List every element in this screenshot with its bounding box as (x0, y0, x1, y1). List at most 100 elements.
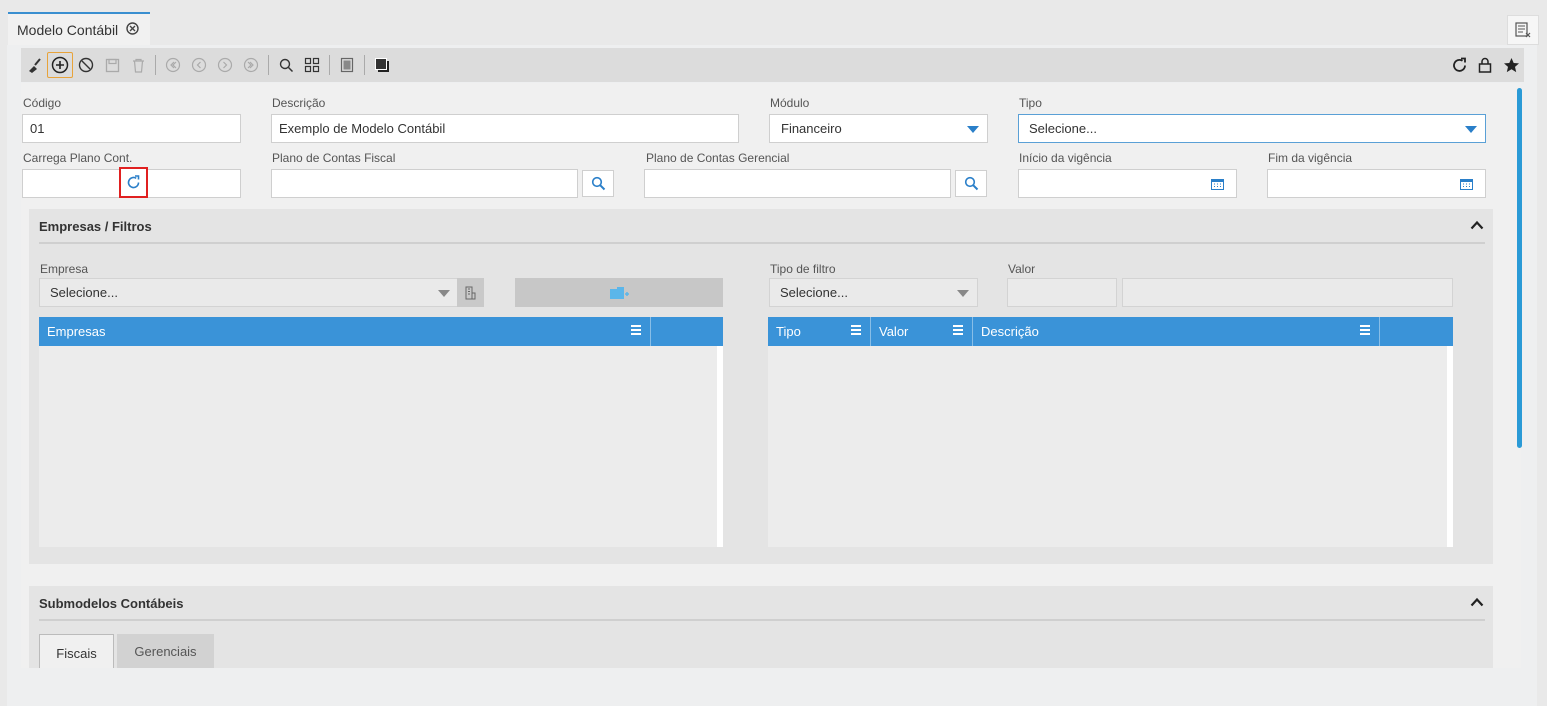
collapse-chevron-up-icon[interactable] (1470, 217, 1484, 235)
valor-label: Valor (1008, 262, 1036, 276)
close-tab-icon[interactable] (126, 21, 139, 38)
search-icon (964, 176, 978, 191)
cancel-icon[interactable] (73, 52, 99, 78)
panel-divider (39, 619, 1485, 621)
plano-gerencial-search-button[interactable] (955, 170, 987, 197)
modulo-select[interactable]: Financeiro (769, 114, 988, 143)
add-icon[interactable] (47, 52, 73, 78)
grid-column-tipo[interactable]: Tipo (768, 317, 871, 346)
grid-column-descricao[interactable]: Descrição (973, 317, 1380, 346)
tab-gerenciais[interactable]: Gerenciais (117, 634, 214, 668)
empresa-value: Selecione... (50, 285, 118, 300)
column-label: Empresas (47, 324, 106, 339)
valor-descricao-input[interactable] (1122, 278, 1453, 307)
filtros-grid-header: Tipo Valor Descrição (768, 317, 1453, 346)
tab-modelo-contabil[interactable]: Modelo Contábil (8, 12, 150, 45)
column-label: Valor (879, 324, 909, 339)
descricao-input[interactable]: Exemplo de Modelo Contábil (271, 114, 739, 143)
panel-title: Submodelos Contábeis (39, 596, 184, 611)
inicio-label: Início da vigência (1019, 151, 1112, 165)
chevron-down-icon (967, 126, 979, 133)
chevron-down-icon (957, 290, 969, 297)
plano-fiscal-label: Plano de Contas Fiscal (272, 151, 396, 165)
column-menu-icon[interactable] (1360, 325, 1370, 336)
save-icon[interactable] (99, 52, 125, 78)
empresas-filtros-panel: Empresas / Filtros Empresa Selecione... … (29, 209, 1493, 564)
fim-date-input[interactable] (1267, 169, 1486, 198)
tab-bar: Modelo Contábil (7, 3, 1539, 45)
clean-brush-icon[interactable] (21, 52, 47, 78)
reload-icon (127, 175, 140, 189)
panel-title: Empresas / Filtros (39, 219, 152, 234)
report-icon[interactable] (334, 52, 360, 78)
valor-input[interactable] (1007, 278, 1117, 307)
tipo-filtro-value: Selecione... (780, 285, 848, 300)
plano-fiscal-input[interactable] (271, 169, 578, 198)
tab-label: Modelo Contábil (17, 21, 119, 38)
empresas-grid-body (39, 346, 723, 547)
empresas-grid-header: Empresas (39, 317, 723, 346)
codigo-label: Código (23, 96, 62, 110)
panel-divider (39, 242, 1485, 244)
codigo-input[interactable]: 01 (22, 114, 241, 143)
submodelos-panel: Submodelos Contábeis Fiscais Gerenciais (29, 586, 1493, 668)
column-menu-icon[interactable] (631, 325, 641, 336)
first-record-icon[interactable] (160, 52, 186, 78)
lock-icon[interactable] (1472, 52, 1498, 78)
tipo-select[interactable]: Selecione... (1018, 114, 1486, 143)
submodelos-tabs: Fiscais Gerenciais (39, 634, 214, 668)
form-content: Código 01 Descrição Exemplo de Modelo Co… (21, 83, 1521, 668)
column-menu-icon[interactable] (953, 325, 963, 336)
clear-list-icon[interactable] (1507, 15, 1539, 45)
plano-gerencial-input[interactable] (644, 169, 951, 198)
next-record-icon[interactable] (212, 52, 238, 78)
modulo-label: Módulo (770, 96, 810, 110)
calendar-icon[interactable] (1460, 178, 1473, 190)
buildings-add-icon (610, 286, 629, 299)
copy-icon[interactable] (369, 52, 395, 78)
previous-record-icon[interactable] (186, 52, 212, 78)
column-label: Descrição (981, 324, 1039, 339)
inicio-date-input[interactable] (1018, 169, 1237, 198)
calendar-icon[interactable] (1211, 178, 1224, 190)
search-icon[interactable] (273, 52, 299, 78)
favorite-star-icon[interactable] (1498, 52, 1524, 78)
grid-view-icon[interactable] (299, 52, 325, 78)
collapse-chevron-up-icon[interactable] (1470, 594, 1484, 612)
delete-icon[interactable] (125, 52, 151, 78)
tipo-label: Tipo (1019, 96, 1042, 110)
carrega-label: Carrega Plano Cont. (23, 151, 133, 165)
tipo-filtro-label: Tipo de filtro (770, 262, 836, 276)
toolbar-separator (268, 55, 269, 75)
column-label: Tipo (776, 324, 801, 339)
column-menu-icon[interactable] (851, 325, 861, 336)
chevron-down-icon (438, 290, 450, 297)
plano-fiscal-search-button[interactable] (582, 170, 614, 197)
last-record-icon[interactable] (238, 52, 264, 78)
fim-label: Fim da vigência (1268, 151, 1353, 165)
add-empresas-button[interactable] (515, 278, 723, 307)
empresa-select[interactable]: Selecione... (39, 278, 459, 307)
toolbar-separator (329, 55, 330, 75)
grid-column-valor[interactable]: Valor (871, 317, 973, 346)
carrega-plano-button[interactable] (119, 167, 148, 198)
chevron-down-icon (1465, 126, 1477, 133)
grid-column-empresas[interactable]: Empresas (39, 317, 651, 346)
vertical-scrollbar[interactable] (1517, 88, 1522, 448)
toolbar-separator (364, 55, 365, 75)
tipo-value: Selecione... (1029, 121, 1097, 136)
search-icon (591, 176, 605, 191)
carrega-field (22, 167, 241, 198)
toolbar-right (1446, 48, 1524, 82)
tab-fiscais[interactable]: Fiscais (39, 634, 114, 668)
refresh-icon[interactable] (1446, 52, 1472, 78)
toolbar-separator (155, 55, 156, 75)
descricao-label: Descrição (272, 96, 326, 110)
building-icon (465, 286, 476, 299)
tipo-filtro-select[interactable]: Selecione... (769, 278, 978, 307)
app-frame: Modelo Contábil Código 01 Descrição Exem… (7, 3, 1539, 706)
plano-gerencial-label: Plano de Contas Gerencial (646, 151, 790, 165)
empresa-label: Empresa (40, 262, 89, 276)
empresa-lookup-button[interactable] (457, 278, 484, 307)
filtros-grid-body (768, 346, 1453, 547)
